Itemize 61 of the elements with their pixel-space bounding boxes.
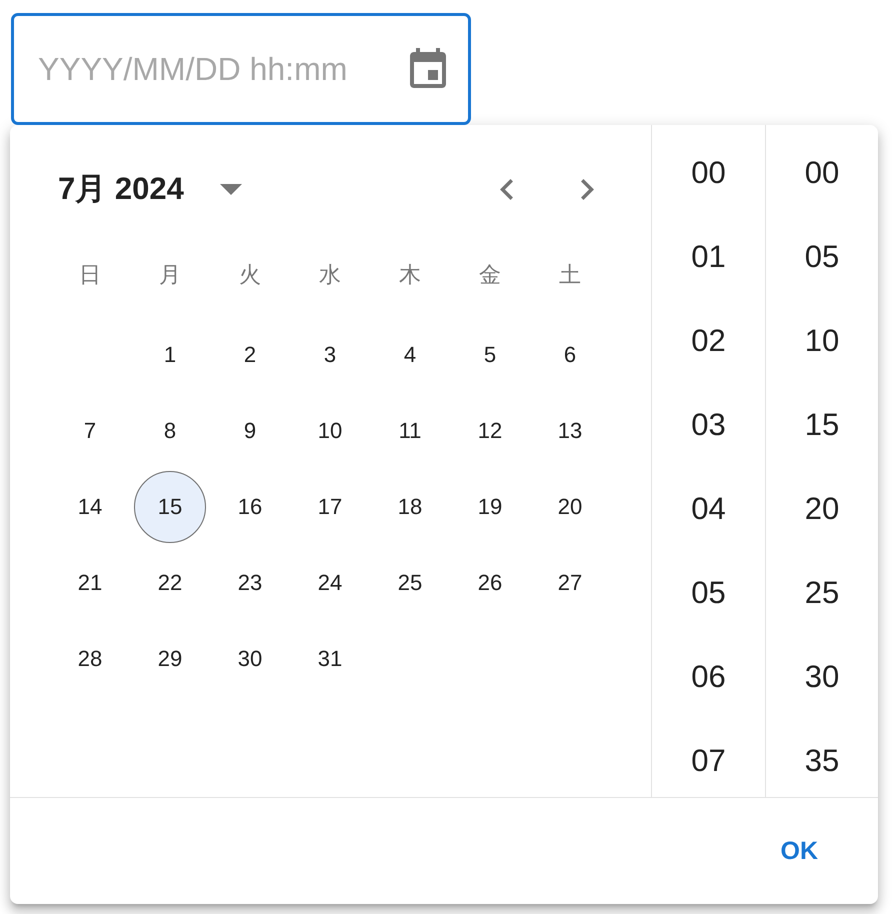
weekday-label: 月 xyxy=(158,261,182,289)
calendar-day[interactable]: 26 xyxy=(454,547,526,619)
calendar-day[interactable]: 21 xyxy=(54,547,126,619)
calendar-day[interactable]: 6 xyxy=(534,319,606,391)
calendar-day[interactable]: 29 xyxy=(134,623,206,695)
calendar-day[interactable]: 17 xyxy=(294,471,366,543)
calendar-day[interactable]: 3 xyxy=(294,319,366,391)
hour-option[interactable]: 04 xyxy=(652,467,765,551)
hour-option[interactable]: 06 xyxy=(652,635,765,719)
ok-button[interactable]: OK xyxy=(764,826,834,876)
calendar-day[interactable]: 25 xyxy=(374,547,446,619)
chevron-right-icon xyxy=(580,178,594,200)
calendar-day[interactable]: 30 xyxy=(214,623,286,695)
hour-option[interactable]: 02 xyxy=(652,299,765,383)
calendar-day[interactable]: 11 xyxy=(374,395,446,467)
weekday-label: 土 xyxy=(558,261,582,289)
hour-option[interactable]: 03 xyxy=(652,383,765,467)
calendar-day[interactable]: 16 xyxy=(214,471,286,543)
calendar-icon[interactable] xyxy=(410,48,446,88)
minute-option[interactable]: 10 xyxy=(766,299,878,383)
minute-option[interactable]: 30 xyxy=(766,635,878,719)
minute-option[interactable]: 35 xyxy=(766,719,878,797)
calendar-day[interactable]: 20 xyxy=(534,471,606,543)
calendar-day[interactable]: 10 xyxy=(294,395,366,467)
weekday-label: 金 xyxy=(478,261,502,289)
hour-option[interactable]: 00 xyxy=(652,131,765,215)
hour-option[interactable]: 05 xyxy=(652,551,765,635)
calendar-day[interactable]: 15 xyxy=(134,471,206,543)
minute-option[interactable]: 00 xyxy=(766,131,878,215)
caret-down-icon xyxy=(220,184,242,194)
minute-option[interactable]: 05 xyxy=(766,215,878,299)
weekday-label: 木 xyxy=(398,261,422,289)
weekday-label: 水 xyxy=(318,261,342,289)
calendar-day[interactable]: 23 xyxy=(214,547,286,619)
calendar-day[interactable]: 1 xyxy=(134,319,206,391)
calendar-day[interactable]: 8 xyxy=(134,395,206,467)
weekday-label: 日 xyxy=(78,261,102,289)
calendar-day[interactable]: 9 xyxy=(214,395,286,467)
calendar-day[interactable]: 7 xyxy=(54,395,126,467)
calendar-day[interactable]: 19 xyxy=(454,471,526,543)
calendar-day[interactable]: 31 xyxy=(294,623,366,695)
calendar-day[interactable]: 28 xyxy=(54,623,126,695)
calendar-day[interactable]: 5 xyxy=(454,319,526,391)
calendar-day[interactable]: 27 xyxy=(534,547,606,619)
calendar-day[interactable]: 24 xyxy=(294,547,366,619)
minute-option[interactable]: 25 xyxy=(766,551,878,635)
date-time-field[interactable]: YYYY/MM/DD hh:mm xyxy=(11,13,471,125)
calendar-day[interactable]: 12 xyxy=(454,395,526,467)
weekday-label: 火 xyxy=(238,261,262,289)
calendar-day[interactable]: 4 xyxy=(374,319,446,391)
calendar-day[interactable]: 14 xyxy=(54,471,126,543)
hour-option[interactable]: 07 xyxy=(652,719,765,797)
chevron-left-icon xyxy=(500,178,512,200)
month-year-label: 7月 2024 xyxy=(58,170,184,208)
minute-option[interactable]: 20 xyxy=(766,467,878,551)
calendar-day[interactable]: 13 xyxy=(534,395,606,467)
minute-option[interactable]: 15 xyxy=(766,383,878,467)
calendar-day[interactable]: 22 xyxy=(134,547,206,619)
calendar-day[interactable]: 18 xyxy=(374,471,446,543)
calendar-day[interactable]: 2 xyxy=(214,319,286,391)
hour-option[interactable]: 01 xyxy=(652,215,765,299)
